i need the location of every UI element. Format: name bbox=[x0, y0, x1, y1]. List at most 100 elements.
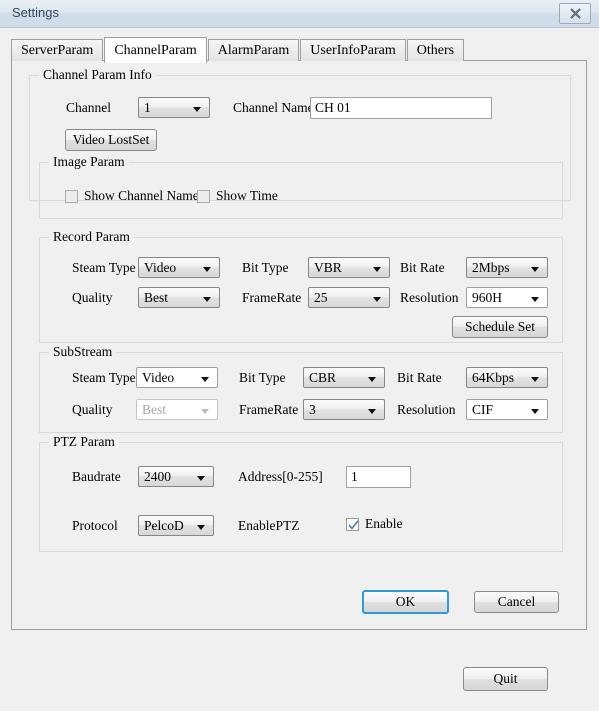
record-framerate-value: 25 bbox=[314, 290, 328, 305]
show-channel-name-label: Show Channel Name bbox=[84, 188, 199, 203]
chevron-down-icon bbox=[197, 525, 205, 530]
substream-steam-type-select[interactable]: Video bbox=[136, 367, 218, 388]
channel-name-input[interactable] bbox=[310, 97, 492, 119]
chevron-down-icon bbox=[531, 409, 539, 414]
window-title: Settings bbox=[12, 5, 59, 20]
record-steam-type-value: Video bbox=[144, 260, 177, 275]
record-steam-type-label: Steam Type bbox=[72, 260, 136, 275]
record-resolution-select[interactable]: 960H bbox=[466, 287, 548, 308]
substream-framerate-value: 3 bbox=[309, 402, 316, 417]
enable-label: Enable bbox=[365, 516, 403, 531]
checkbox-box bbox=[65, 189, 78, 203]
tab-channelparam[interactable]: ChannelParam bbox=[104, 37, 207, 63]
record-quality-label: Quality bbox=[72, 290, 113, 305]
chevron-down-icon bbox=[193, 107, 201, 112]
record-resolution-value: 960H bbox=[472, 290, 502, 305]
baudrate-label: Baudrate bbox=[72, 469, 121, 484]
tab-alarmparam-label: AlarmParam bbox=[217, 43, 290, 58]
group-ptz-param: PTZ Param Baudrate 2400 Address[0-255] P… bbox=[39, 434, 563, 552]
chevron-down-icon bbox=[203, 267, 211, 272]
substream-quality-select: Best bbox=[136, 399, 218, 420]
substream-bit-type-value: CBR bbox=[309, 370, 337, 385]
record-resolution-label: Resolution bbox=[400, 290, 459, 305]
chevron-down-icon bbox=[531, 297, 539, 302]
tab-bar: ServerParam ChannelParam AlarmParam User… bbox=[11, 37, 465, 63]
group-substream-legend: SubStream bbox=[49, 344, 117, 360]
chevron-down-icon bbox=[203, 297, 211, 302]
checkmark-icon bbox=[348, 519, 359, 530]
protocol-value: PelcoD bbox=[144, 518, 184, 533]
checkbox-box bbox=[197, 189, 210, 203]
chevron-down-icon bbox=[373, 267, 381, 272]
substream-steam-type-value: Video bbox=[142, 370, 175, 385]
checkbox-box bbox=[346, 517, 359, 531]
group-substream: SubStream Steam Type Video Bit Type CBR … bbox=[39, 344, 563, 433]
enable-ptz-checkbox[interactable]: Enable bbox=[346, 516, 402, 532]
close-button[interactable] bbox=[559, 3, 591, 24]
substream-bit-type-select[interactable]: CBR bbox=[303, 367, 385, 388]
protocol-label: Protocol bbox=[72, 518, 118, 533]
record-bit-type-value: VBR bbox=[314, 260, 342, 275]
group-channel-param-info-legend: Channel Param Info bbox=[39, 67, 156, 83]
tab-alarmparam[interactable]: AlarmParam bbox=[207, 39, 300, 61]
channel-label: Channel bbox=[66, 100, 111, 115]
chevron-down-icon bbox=[368, 409, 376, 414]
substream-bit-type-label: Bit Type bbox=[239, 370, 286, 385]
close-icon bbox=[569, 8, 581, 19]
video-lost-set-button[interactable]: Video LostSet bbox=[65, 129, 157, 151]
quit-button[interactable]: Quit bbox=[463, 667, 548, 691]
record-framerate-label: FrameRate bbox=[242, 290, 302, 305]
record-framerate-select[interactable]: 25 bbox=[308, 287, 390, 308]
protocol-select[interactable]: PelcoD bbox=[138, 515, 214, 536]
group-image-param-legend: Image Param bbox=[49, 154, 129, 170]
show-time-label: Show Time bbox=[216, 188, 278, 203]
record-quality-value: Best bbox=[144, 290, 169, 305]
tab-others-label: Others bbox=[416, 43, 455, 58]
show-channel-name-checkbox[interactable]: Show Channel Name bbox=[65, 188, 199, 204]
group-record-param: Record Param Steam Type Video Bit Type V… bbox=[39, 229, 563, 343]
tab-channelparam-label: ChannelParam bbox=[114, 43, 197, 58]
record-steam-type-select[interactable]: Video bbox=[138, 257, 220, 278]
schedule-set-button[interactable]: Schedule Set bbox=[452, 316, 548, 338]
record-bit-rate-select[interactable]: 2Mbps bbox=[466, 257, 548, 278]
chevron-down-icon bbox=[197, 476, 205, 481]
tab-serverparam[interactable]: ServerParam bbox=[11, 39, 104, 61]
substream-quality-value: Best bbox=[142, 402, 167, 417]
baudrate-select[interactable]: 2400 bbox=[138, 466, 214, 487]
tab-others[interactable]: Others bbox=[406, 39, 465, 61]
channel-select[interactable]: 1 bbox=[138, 97, 210, 118]
tab-userinfoparam-label: UserInfoParam bbox=[310, 43, 396, 58]
window-titlebar: Settings bbox=[0, 0, 599, 28]
channelparam-tab-panel: Channel Param Info Channel 1 Channel Nam… bbox=[11, 60, 587, 630]
record-bit-type-select[interactable]: VBR bbox=[308, 257, 390, 278]
substream-framerate-label: FrameRate bbox=[239, 402, 299, 417]
chevron-down-icon bbox=[531, 377, 539, 382]
substream-resolution-value: CIF bbox=[472, 402, 494, 417]
substream-resolution-select[interactable]: CIF bbox=[466, 399, 548, 420]
channel-select-value: 1 bbox=[144, 100, 151, 115]
chevron-down-icon bbox=[201, 377, 209, 382]
chevron-down-icon bbox=[201, 409, 209, 414]
record-quality-select[interactable]: Best bbox=[138, 287, 220, 308]
cancel-button[interactable]: Cancel bbox=[474, 591, 559, 613]
ok-button[interactable]: OK bbox=[362, 590, 449, 614]
substream-framerate-select[interactable]: 3 bbox=[303, 399, 385, 420]
record-bit-rate-label: Bit Rate bbox=[400, 260, 445, 275]
tab-serverparam-label: ServerParam bbox=[21, 43, 94, 58]
substream-resolution-label: Resolution bbox=[397, 402, 456, 417]
address-input[interactable] bbox=[346, 466, 411, 488]
channel-name-label: Channel Name bbox=[233, 100, 314, 115]
show-time-checkbox[interactable]: Show Time bbox=[197, 188, 278, 204]
group-image-param: Image Param Show Channel Name Show Time bbox=[39, 154, 563, 219]
address-label: Address[0-255] bbox=[238, 469, 323, 484]
group-record-param-legend: Record Param bbox=[49, 229, 134, 245]
tab-userinfoparam[interactable]: UserInfoParam bbox=[300, 39, 406, 61]
substream-bit-rate-label: Bit Rate bbox=[397, 370, 442, 385]
chevron-down-icon bbox=[368, 377, 376, 382]
substream-quality-label: Quality bbox=[72, 402, 113, 417]
substream-bit-rate-value: 64Kbps bbox=[472, 370, 515, 385]
record-bit-type-label: Bit Type bbox=[242, 260, 289, 275]
record-bit-rate-value: 2Mbps bbox=[472, 260, 510, 275]
substream-bit-rate-select[interactable]: 64Kbps bbox=[466, 367, 548, 388]
chevron-down-icon bbox=[373, 297, 381, 302]
